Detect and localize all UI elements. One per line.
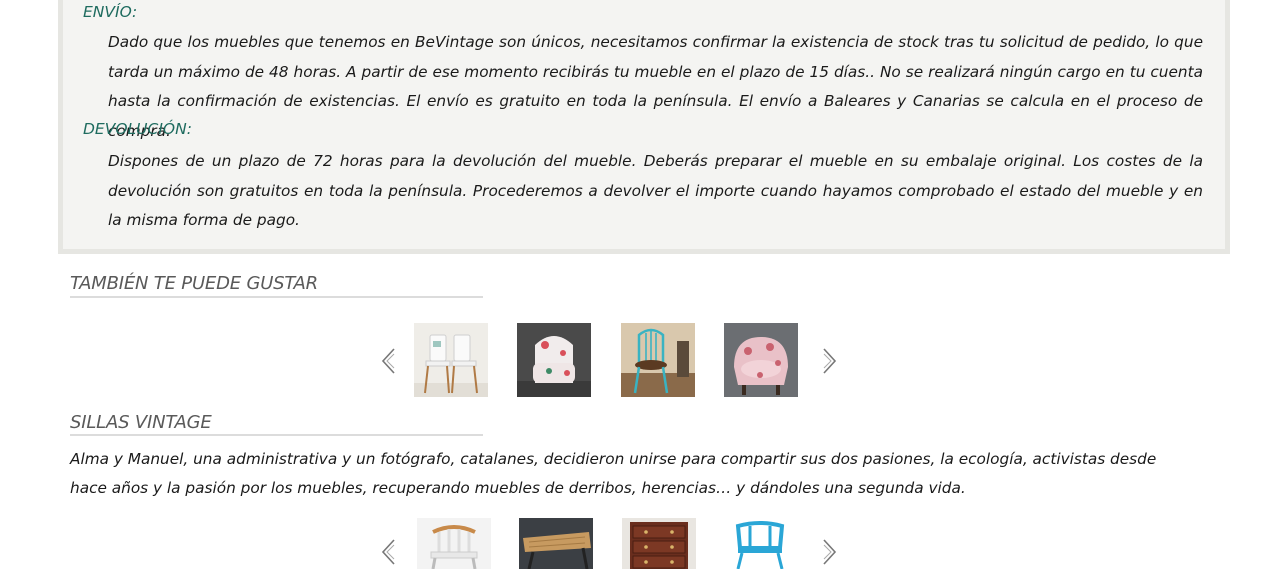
floral-armchair-photo[interactable]	[517, 323, 591, 397]
returns-text: Dispones de un plazo de 72 horas para la…	[108, 152, 1203, 229]
chevron-right-icon[interactable]	[818, 537, 838, 567]
chevron-left-icon[interactable]	[380, 346, 400, 376]
shop-description: Alma y Manuel, una administrativa y un f…	[70, 450, 1157, 497]
chest-of-drawers-photo[interactable]	[622, 518, 696, 569]
shop-section-title: SILLAS VINTAGE	[70, 412, 212, 433]
white-chairs-pair-photo[interactable]	[414, 323, 488, 397]
related-products-title: TAMBIÉN TE PUEDE GUSTAR	[70, 273, 318, 294]
shipping-heading: ENVÍO:	[83, 3, 138, 21]
wooden-table-photo[interactable]	[519, 518, 593, 569]
related-products-divider	[70, 296, 483, 298]
white-spindle-chair-photo[interactable]	[417, 518, 491, 569]
chevron-right-icon[interactable]	[818, 346, 838, 376]
shipping-returns-panel: ENVÍO: Dado que los muebles que tenemos …	[58, 0, 1230, 254]
shop-section-divider	[70, 434, 483, 436]
shipping-text: Dado que los muebles que tenemos en BeVi…	[108, 33, 1203, 140]
returns-heading: DEVOLUCIÓN:	[83, 120, 192, 138]
turquoise-windsor-chair-photo[interactable]	[621, 323, 695, 397]
pink-tub-chair-photo[interactable]	[724, 323, 798, 397]
blue-metal-chair-photo[interactable]	[724, 518, 798, 569]
chevron-left-icon[interactable]	[380, 537, 400, 567]
